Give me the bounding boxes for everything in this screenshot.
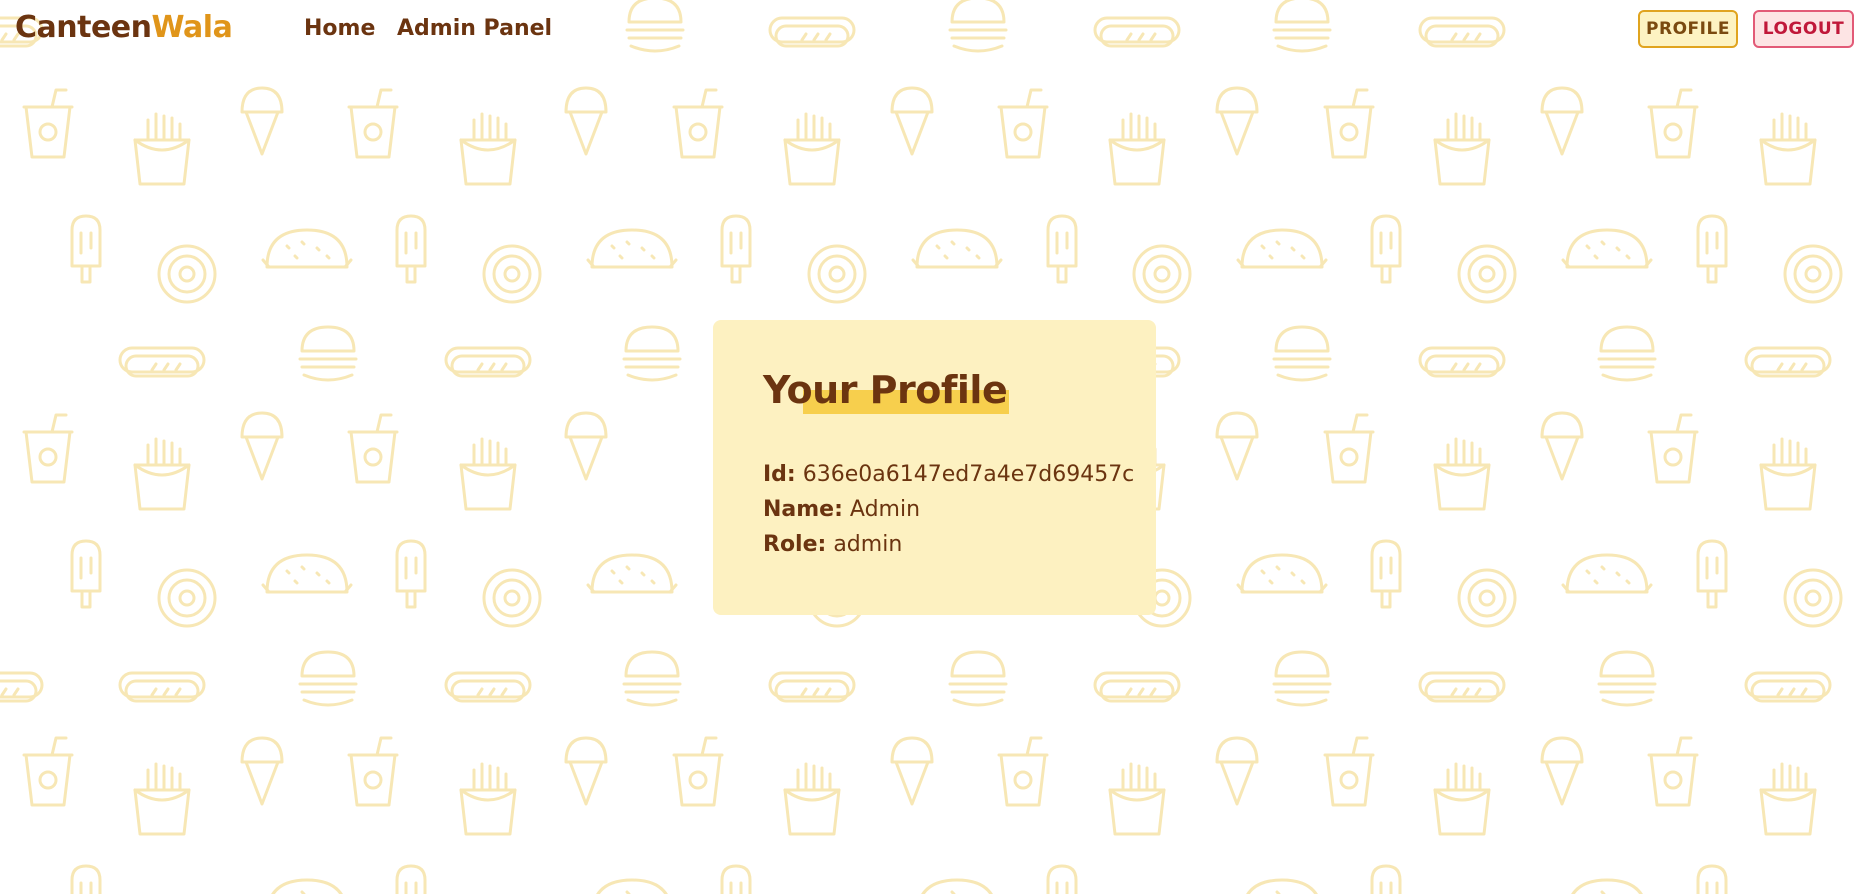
brand-logo[interactable]: CanteenWala (15, 10, 233, 45)
nav-link-home[interactable]: Home (304, 16, 375, 41)
top-navbar: CanteenWala Home Admin Panel PROFILE LOG… (0, 0, 1869, 60)
field-label: Role: (763, 532, 827, 557)
profile-title-text: Your Profile (763, 368, 1008, 412)
field-value: 636e0a6147ed7a4e7d69457c (802, 462, 1135, 487)
profile-field-name: Name: Admin (763, 497, 920, 522)
profile-title: Your Profile (763, 368, 1008, 412)
field-label: Name: (763, 497, 843, 522)
profile-card: Your Profile Id: 636e0a6147ed7a4e7d69457… (713, 320, 1156, 615)
logout-button[interactable]: LOGOUT (1753, 10, 1854, 48)
brand-name-primary: Canteen (15, 10, 152, 45)
field-value: admin (833, 532, 903, 557)
profile-button[interactable]: PROFILE (1638, 10, 1738, 48)
nav-link-admin-panel[interactable]: Admin Panel (397, 16, 552, 41)
field-value: Admin (849, 497, 921, 522)
profile-field-id: Id: 636e0a6147ed7a4e7d69457c (763, 462, 1134, 487)
field-label: Id: (763, 462, 796, 487)
profile-field-role: Role: admin (763, 532, 902, 557)
brand-name-accent: Wala (151, 10, 233, 45)
